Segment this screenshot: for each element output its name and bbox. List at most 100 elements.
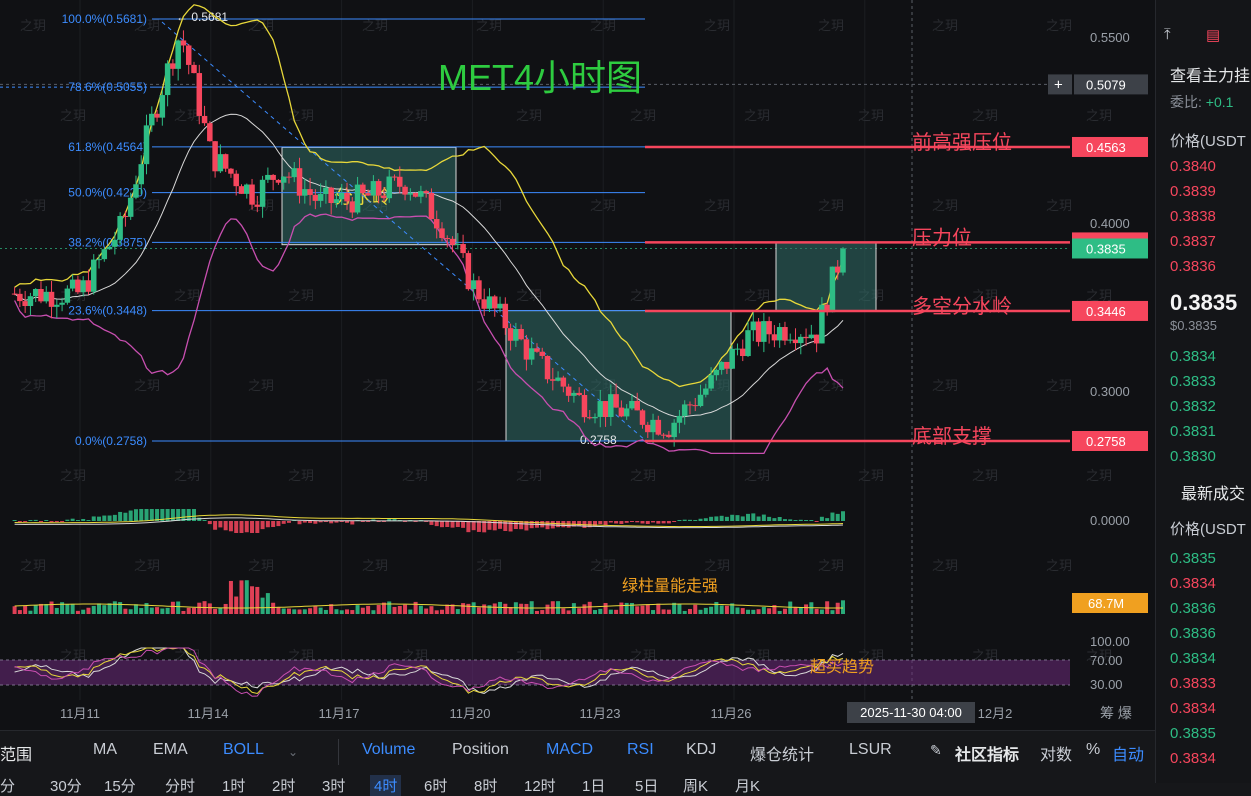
watermark-text: 之玥: [134, 558, 160, 573]
ask-price[interactable]: 0.3838: [1170, 208, 1216, 225]
auto-scale-toggle[interactable]: 自动: [1112, 741, 1144, 765]
chevron-down-icon[interactable]: ⌄: [288, 745, 298, 759]
timeframe-option[interactable]: 月K: [735, 775, 760, 796]
timeframe-option[interactable]: 1时: [222, 775, 245, 796]
timeframe-option[interactable]: 周K: [683, 775, 708, 796]
watermark-text: 之玥: [134, 378, 160, 393]
community-indicators[interactable]: 社区指标: [955, 741, 1019, 765]
timeframe-option[interactable]: 8时: [474, 775, 497, 796]
indicator-kdj[interactable]: KDJ: [686, 741, 716, 759]
price-chart[interactable]: 之玥 之玥 之玥 之玥 之玥 之玥 之玥 之玥 之玥 之玥之玥 之玥 之玥 之玥 之玥 之玥 之玥 之玥 之玥 之玥…: [0, 0, 1155, 730]
volume-bar: [651, 610, 656, 614]
bid-price[interactable]: 0.3831: [1170, 423, 1216, 440]
indicator-ma[interactable]: MA: [93, 741, 117, 759]
range-label[interactable]: 范围: [0, 741, 32, 765]
indicator-position[interactable]: Position: [452, 741, 509, 759]
candle-body: [217, 154, 224, 172]
candle-body: [608, 394, 614, 418]
watermark-text: 之玥: [818, 558, 844, 573]
indicator-lsur[interactable]: LSUR: [849, 741, 892, 759]
expand-icon[interactable]: ⤒: [1164, 26, 1186, 48]
x-tick-label: 12月2: [978, 706, 1013, 721]
macd-bar: [746, 513, 751, 521]
macd-bar: [682, 519, 687, 521]
ask-price[interactable]: 0.3836: [1170, 258, 1216, 275]
bid-price[interactable]: 0.3830: [1170, 448, 1216, 465]
timeframe-option[interactable]: 2时: [272, 775, 295, 796]
timeframe-option[interactable]: 分: [0, 775, 15, 796]
indicator-rsi[interactable]: RSI: [627, 741, 654, 759]
orderbook-title: 查看主力挂: [1170, 68, 1251, 85]
candle-body: [660, 434, 667, 436]
candle-body: [523, 339, 530, 360]
candle-body: [270, 174, 276, 180]
candle-body: [465, 253, 472, 290]
indicator-liquidation[interactable]: 爆仓统计: [750, 741, 814, 765]
candle-body: [486, 296, 493, 309]
candle-body: [455, 244, 461, 246]
volume-bar: [735, 607, 740, 614]
indicator-volume[interactable]: Volume: [362, 741, 415, 759]
timeframe-option[interactable]: 12时: [524, 775, 556, 796]
key-level-price: 0.4563: [1086, 140, 1126, 155]
volume-bar: [587, 601, 592, 614]
volume-bar: [746, 609, 751, 614]
macd-bar: [313, 521, 318, 524]
volume-bar: [661, 609, 666, 614]
y-tick-label: 30.00: [1090, 677, 1123, 692]
log-scale-toggle[interactable]: 对数: [1040, 741, 1072, 765]
candle-body: [402, 186, 408, 195]
timeframe-option[interactable]: 分时: [165, 775, 195, 796]
candle-body: [354, 184, 361, 213]
bid-price[interactable]: 0.3833: [1170, 373, 1216, 390]
candle-body: [48, 291, 55, 307]
volume-bar: [118, 602, 123, 614]
macd-bar: [782, 519, 787, 521]
bid-price[interactable]: 0.3834: [1170, 348, 1216, 365]
indicator-ema[interactable]: EMA: [153, 741, 188, 759]
watermark-text: 之玥: [362, 18, 388, 33]
timeframe-option[interactable]: 6时: [424, 775, 447, 796]
candle-body: [323, 187, 329, 194]
percent-scale-toggle[interactable]: %: [1086, 741, 1100, 759]
watermark-text: 之玥: [288, 468, 314, 483]
bid-price[interactable]: 0.3832: [1170, 398, 1216, 415]
orderbook-layout-icon[interactable]: ▤: [1206, 26, 1228, 48]
candle-body: [703, 388, 709, 395]
ask-price[interactable]: 0.3840: [1170, 158, 1216, 175]
macd-bar: [60, 521, 65, 522]
macd-bar: [450, 521, 455, 528]
community-icon[interactable]: ✎: [930, 742, 942, 759]
timeframe-option[interactable]: 3时: [322, 775, 345, 796]
indicator-boll[interactable]: BOLL: [223, 741, 264, 759]
volume-bar: [149, 607, 154, 614]
timeframe-option[interactable]: 5日: [635, 775, 658, 796]
candle-body: [539, 351, 545, 356]
indicator-macd[interactable]: MACD: [546, 741, 593, 759]
macd-bar: [286, 521, 291, 523]
timeframe-option[interactable]: 1日: [582, 775, 605, 796]
x-tick-label: 11月23: [580, 706, 621, 721]
timeframe-option[interactable]: 15分: [104, 775, 136, 796]
macd-bar: [118, 511, 123, 521]
macd-bar: [23, 521, 28, 522]
volume-bar: [49, 601, 54, 614]
macd-bar: [777, 517, 782, 521]
candle-body: [613, 394, 619, 408]
macd-bar: [250, 521, 255, 533]
macd-bar: [434, 521, 439, 527]
macd-bar: [677, 520, 682, 521]
timeframe-option[interactable]: 4时: [370, 775, 402, 796]
volume-bar: [33, 605, 38, 614]
volume-bar: [112, 601, 117, 614]
volume-bar: [482, 604, 487, 614]
candle-body: [518, 328, 524, 340]
candle-body: [745, 330, 751, 357]
timeframe-option[interactable]: 30分: [50, 775, 82, 796]
watermark-text: 之玥: [476, 558, 502, 573]
macd-bar: [308, 521, 313, 524]
ask-price[interactable]: 0.3837: [1170, 233, 1216, 250]
macd-bar: [139, 509, 144, 521]
macd-bar: [751, 513, 756, 521]
ask-price[interactable]: 0.3839: [1170, 183, 1216, 200]
